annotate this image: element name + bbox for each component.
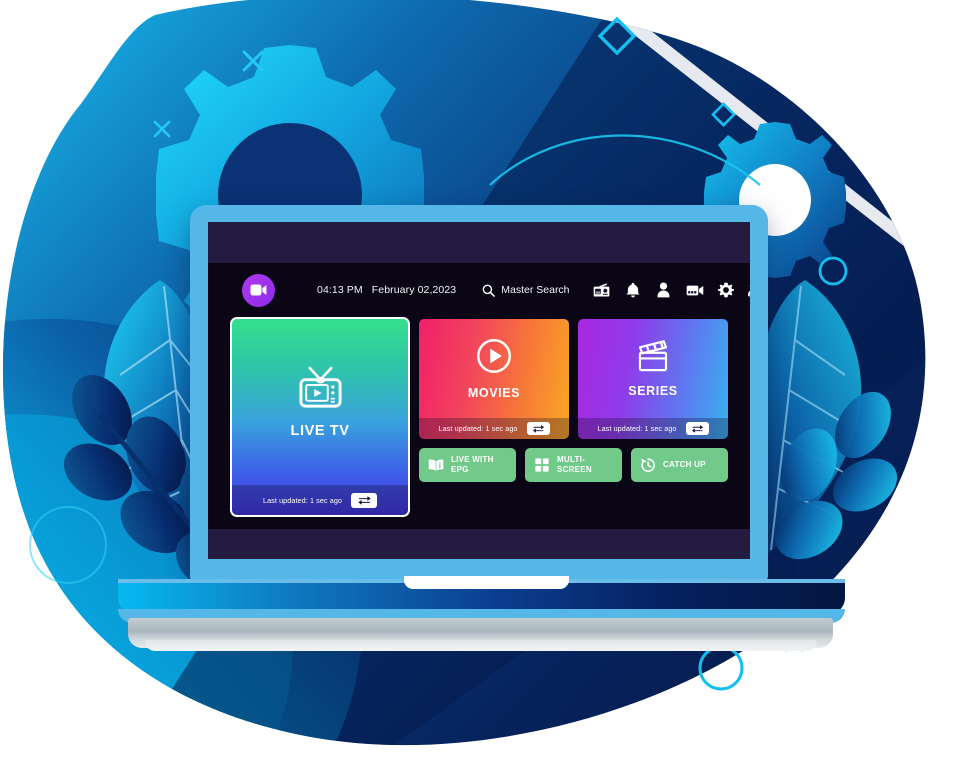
top-tile-row: MOVIES Last updated: 1 sec ago SERIES La… <box>419 319 728 439</box>
button-multi-screen-label: MULTI-SCREEN <box>557 455 592 474</box>
retro-tv-icon <box>297 366 344 416</box>
tile-live-tv-label: LIVE TV <box>290 422 350 439</box>
laptop-screen: 04:13 PM February 02,2023 Master Search <box>208 222 750 559</box>
clapperboard-icon <box>635 339 671 377</box>
button-catch-up-label: CATCH UP <box>663 460 706 470</box>
laptop-base-notch <box>404 576 569 589</box>
tile-movies-footer: Last updated: 1 sec ago <box>419 418 569 439</box>
button-multi-screen[interactable]: MULTI-SCREEN <box>525 448 622 482</box>
switch-user-icon[interactable] <box>748 281 750 299</box>
app-content-grid: LIVE TV Last updated: 1 sec ago MOVIES L… <box>208 317 750 529</box>
tile-series-footer: Last updated: 1 sec ago <box>578 418 728 439</box>
clock-date-group: 04:13 PM February 02,2023 <box>317 284 456 296</box>
screenshot-stage: 04:13 PM February 02,2023 Master Search <box>0 0 965 770</box>
quick-action-row: LIVE WITH EPG MULTI-SCREEN CATCH UP <box>419 448 728 482</box>
refresh-loop-icon[interactable] <box>351 492 378 508</box>
tile-live-tv-footer: Last updated: 1 sec ago <box>232 485 408 515</box>
tile-live-tv-status: Last updated: 1 sec ago <box>262 495 343 505</box>
gear-icon[interactable] <box>717 281 735 299</box>
radio-icon[interactable] <box>593 281 611 299</box>
app-topbar: 04:13 PM February 02,2023 Master Search <box>208 263 750 317</box>
right-column: MOVIES Last updated: 1 sec ago SERIES La… <box>419 317 728 482</box>
clock-rewind-icon <box>640 457 656 473</box>
video-camera-logo-icon[interactable] <box>242 273 275 307</box>
video-camera-icon[interactable] <box>686 281 704 299</box>
current-date: February 02,2023 <box>371 284 457 296</box>
refresh-loop-icon[interactable] <box>685 422 709 435</box>
bell-icon[interactable] <box>624 281 642 299</box>
button-live-with-epg-label: LIVE WITH EPG <box>451 455 494 474</box>
refresh-loop-icon[interactable] <box>526 422 550 435</box>
screen-top-band <box>208 222 750 263</box>
tile-series[interactable]: SERIES Last updated: 1 sec ago <box>578 319 728 439</box>
tile-series-label: SERIES <box>628 384 678 398</box>
laptop-base-tray-lower <box>145 640 817 651</box>
master-search-label: Master Search <box>501 284 570 296</box>
person-icon[interactable] <box>655 281 673 299</box>
tile-series-body: SERIES <box>578 319 728 418</box>
button-live-with-epg[interactable]: LIVE WITH EPG <box>419 448 516 482</box>
play-circle-icon <box>476 338 512 379</box>
tile-movies[interactable]: MOVIES Last updated: 1 sec ago <box>419 319 569 439</box>
topbar-icon-row <box>593 281 750 299</box>
tile-movies-body: MOVIES <box>419 319 569 418</box>
epg-book-icon <box>428 457 444 473</box>
screen-bottom-band <box>208 529 750 559</box>
app-window: 04:13 PM February 02,2023 Master Search <box>208 263 750 529</box>
tile-movies-label: MOVIES <box>467 385 521 400</box>
tile-live-tv[interactable]: LIVE TV Last updated: 1 sec ago <box>230 317 410 517</box>
tile-movies-status: Last updated: 1 sec ago <box>438 424 518 433</box>
master-search-button[interactable]: Master Search <box>482 284 570 297</box>
tile-series-status: Last updated: 1 sec ago <box>597 424 677 433</box>
current-time: 04:13 PM <box>317 284 363 296</box>
grid-four-icon <box>534 457 550 473</box>
search-icon <box>482 284 496 297</box>
tile-live-tv-body: LIVE TV <box>232 319 408 485</box>
button-catch-up[interactable]: CATCH UP <box>631 448 728 482</box>
